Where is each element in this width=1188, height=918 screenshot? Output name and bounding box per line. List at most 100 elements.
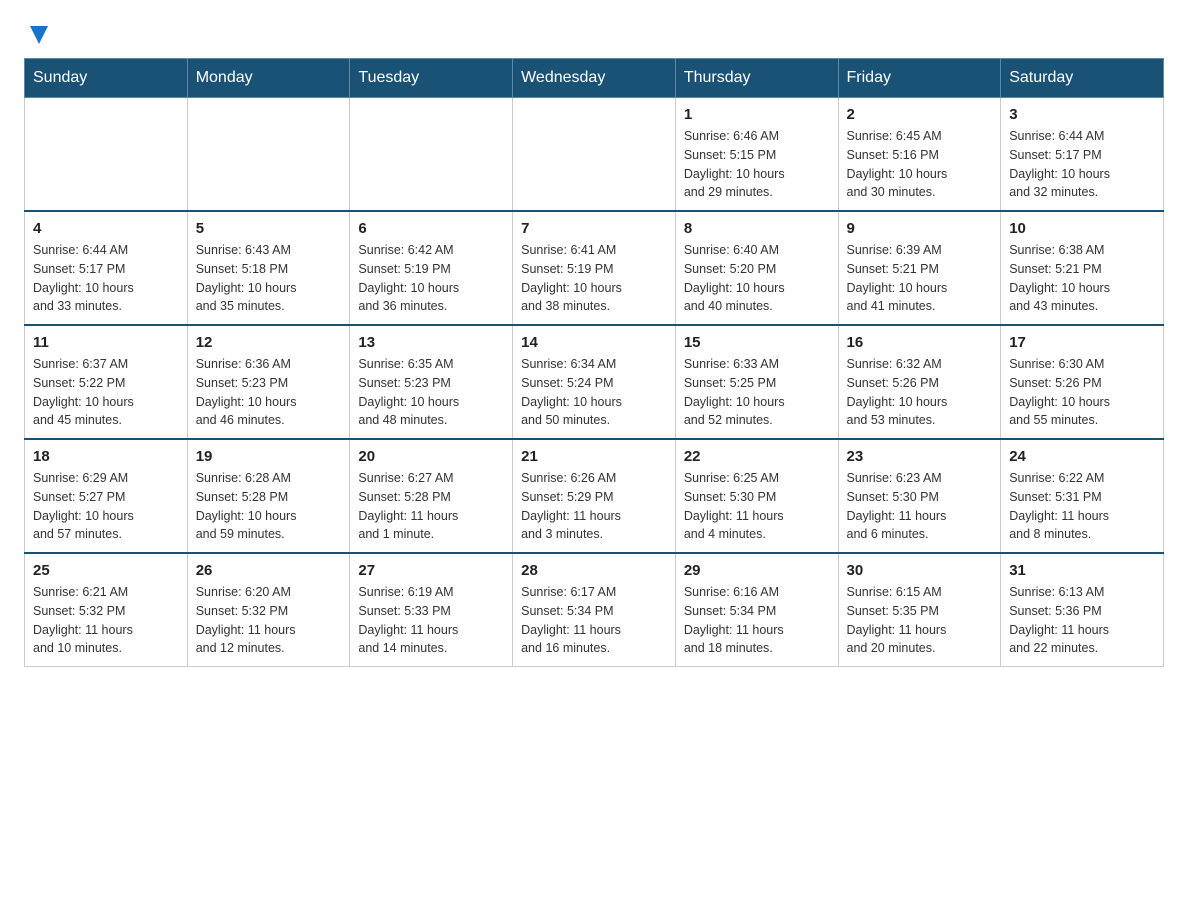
day-number: 20 (358, 448, 504, 465)
day-number: 6 (358, 220, 504, 237)
day-info: Sunrise: 6:45 AMSunset: 5:16 PMDaylight:… (847, 127, 993, 202)
calendar-cell: 12 Sunrise: 6:36 AMSunset: 5:23 PMDayligh… (187, 325, 350, 439)
day-info: Sunrise: 6:23 AMSunset: 5:30 PMDaylight:… (847, 469, 993, 544)
day-number: 5 (196, 220, 342, 237)
calendar-week-row: 18 Sunrise: 6:29 AMSunset: 5:27 PMDayligh… (25, 439, 1164, 553)
day-info: Sunrise: 6:28 AMSunset: 5:28 PMDaylight:… (196, 469, 342, 544)
day-number: 7 (521, 220, 667, 237)
day-info: Sunrise: 6:40 AMSunset: 5:20 PMDaylight:… (684, 241, 830, 316)
calendar-cell: 28 Sunrise: 6:17 AMSunset: 5:34 PMDayligh… (513, 553, 676, 667)
calendar-cell: 20Sunrise: 6:27 AMSunset: 5:28 PMDayligh… (350, 439, 513, 553)
weekday-header-saturday: Saturday (1001, 59, 1164, 98)
calendar-week-row: 11 Sunrise: 6:37 AMSunset: 5:22 PMDayligh… (25, 325, 1164, 439)
calendar-cell: 26 Sunrise: 6:20 AMSunset: 5:32 PMDayligh… (187, 553, 350, 667)
day-info: Sunrise: 6:17 AMSunset: 5:34 PMDaylight:… (521, 583, 667, 658)
calendar-cell (350, 98, 513, 212)
calendar-cell: 15 Sunrise: 6:33 AMSunset: 5:25 PMDayligh… (675, 325, 838, 439)
day-number: 2 (847, 106, 993, 123)
calendar-week-row: 25 Sunrise: 6:21 AMSunset: 5:32 PMDayligh… (25, 553, 1164, 667)
weekday-header-sunday: Sunday (25, 59, 188, 98)
day-number: 11 (33, 334, 179, 351)
page-header (24, 24, 1164, 42)
day-info: Sunrise: 6:34 AMSunset: 5:24 PMDaylight:… (521, 355, 667, 430)
day-info: Sunrise: 6:20 AMSunset: 5:32 PMDaylight:… (196, 583, 342, 658)
calendar-cell (25, 98, 188, 212)
day-info: Sunrise: 6:22 AMSunset: 5:31 PMDaylight:… (1009, 469, 1155, 544)
day-info: Sunrise: 6:39 AMSunset: 5:21 PMDaylight:… (847, 241, 993, 316)
day-number: 28 (521, 562, 667, 579)
day-info: Sunrise: 6:25 AMSunset: 5:30 PMDaylight:… (684, 469, 830, 544)
weekday-header-wednesday: Wednesday (513, 59, 676, 98)
calendar-cell: 22 Sunrise: 6:25 AMSunset: 5:30 PMDayligh… (675, 439, 838, 553)
day-number: 26 (196, 562, 342, 579)
weekday-header-friday: Friday (838, 59, 1001, 98)
day-number: 13 (358, 334, 504, 351)
calendar-cell: 1Sunrise: 6:46 AMSunset: 5:15 PMDaylight… (675, 98, 838, 212)
day-number: 27 (358, 562, 504, 579)
calendar-cell: 19 Sunrise: 6:28 AMSunset: 5:28 PMDayligh… (187, 439, 350, 553)
calendar-cell: 11 Sunrise: 6:37 AMSunset: 5:22 PMDayligh… (25, 325, 188, 439)
day-info: Sunrise: 6:26 AMSunset: 5:29 PMDaylight:… (521, 469, 667, 544)
day-number: 21 (521, 448, 667, 465)
calendar-cell: 14 Sunrise: 6:34 AMSunset: 5:24 PMDayligh… (513, 325, 676, 439)
day-number: 22 (684, 448, 830, 465)
day-number: 18 (33, 448, 179, 465)
day-number: 19 (196, 448, 342, 465)
day-number: 12 (196, 334, 342, 351)
day-number: 16 (847, 334, 993, 351)
weekday-header-tuesday: Tuesday (350, 59, 513, 98)
day-info: Sunrise: 6:21 AMSunset: 5:32 PMDaylight:… (33, 583, 179, 658)
calendar-cell: 10Sunrise: 6:38 AMSunset: 5:21 PMDayligh… (1001, 211, 1164, 325)
day-info: Sunrise: 6:16 AMSunset: 5:34 PMDaylight:… (684, 583, 830, 658)
day-number: 14 (521, 334, 667, 351)
calendar-cell: 7 Sunrise: 6:41 AMSunset: 5:19 PMDaylight… (513, 211, 676, 325)
day-number: 24 (1009, 448, 1155, 465)
day-number: 29 (684, 562, 830, 579)
day-number: 17 (1009, 334, 1155, 351)
day-info: Sunrise: 6:43 AMSunset: 5:18 PMDaylight:… (196, 241, 342, 316)
day-info: Sunrise: 6:42 AMSunset: 5:19 PMDaylight:… (358, 241, 504, 316)
calendar-cell: 18 Sunrise: 6:29 AMSunset: 5:27 PMDayligh… (25, 439, 188, 553)
day-number: 30 (847, 562, 993, 579)
calendar-week-row: 4 Sunrise: 6:44 AMSunset: 5:17 PMDaylight… (25, 211, 1164, 325)
day-number: 10 (1009, 220, 1155, 237)
day-number: 31 (1009, 562, 1155, 579)
calendar-cell (513, 98, 676, 212)
day-info: Sunrise: 6:37 AMSunset: 5:22 PMDaylight:… (33, 355, 179, 430)
day-number: 8 (684, 220, 830, 237)
calendar-cell: 2 Sunrise: 6:45 AMSunset: 5:16 PMDaylight… (838, 98, 1001, 212)
day-info: Sunrise: 6:44 AMSunset: 5:17 PMDaylight:… (1009, 127, 1155, 202)
calendar-cell: 4 Sunrise: 6:44 AMSunset: 5:17 PMDaylight… (25, 211, 188, 325)
calendar-cell: 5 Sunrise: 6:43 AMSunset: 5:18 PMDaylight… (187, 211, 350, 325)
day-number: 25 (33, 562, 179, 579)
calendar-cell: 31 Sunrise: 6:13 AMSunset: 5:36 PMDayligh… (1001, 553, 1164, 667)
day-number: 3 (1009, 106, 1155, 123)
weekday-header-monday: Monday (187, 59, 350, 98)
day-number: 15 (684, 334, 830, 351)
day-info: Sunrise: 6:29 AMSunset: 5:27 PMDaylight:… (33, 469, 179, 544)
logo (24, 24, 50, 42)
calendar-cell: 17Sunrise: 6:30 AMSunset: 5:26 PMDayligh… (1001, 325, 1164, 439)
calendar-cell: 16 Sunrise: 6:32 AMSunset: 5:26 PMDayligh… (838, 325, 1001, 439)
calendar-cell: 29 Sunrise: 6:16 AMSunset: 5:34 PMDayligh… (675, 553, 838, 667)
day-info: Sunrise: 6:36 AMSunset: 5:23 PMDaylight:… (196, 355, 342, 430)
day-number: 4 (33, 220, 179, 237)
day-number: 9 (847, 220, 993, 237)
day-number: 23 (847, 448, 993, 465)
day-info: Sunrise: 6:44 AMSunset: 5:17 PMDaylight:… (33, 241, 179, 316)
weekday-header-row: SundayMondayTuesdayWednesdayThursdayFrid… (25, 59, 1164, 98)
day-info: Sunrise: 6:33 AMSunset: 5:25 PMDaylight:… (684, 355, 830, 430)
calendar-cell (187, 98, 350, 212)
calendar-cell: 30Sunrise: 6:15 AMSunset: 5:35 PMDayligh… (838, 553, 1001, 667)
day-info: Sunrise: 6:35 AMSunset: 5:23 PMDaylight:… (358, 355, 504, 430)
calendar-cell: 8 Sunrise: 6:40 AMSunset: 5:20 PMDaylight… (675, 211, 838, 325)
calendar-cell: 25 Sunrise: 6:21 AMSunset: 5:32 PMDayligh… (25, 553, 188, 667)
day-info: Sunrise: 6:13 AMSunset: 5:36 PMDaylight:… (1009, 583, 1155, 658)
calendar-cell: 9 Sunrise: 6:39 AMSunset: 5:21 PMDaylight… (838, 211, 1001, 325)
calendar-cell: 13 Sunrise: 6:35 AMSunset: 5:23 PMDayligh… (350, 325, 513, 439)
calendar-cell: 23 Sunrise: 6:23 AMSunset: 5:30 PMDayligh… (838, 439, 1001, 553)
calendar-table: SundayMondayTuesdayWednesdayThursdayFrid… (24, 58, 1164, 667)
day-info: Sunrise: 6:32 AMSunset: 5:26 PMDaylight:… (847, 355, 993, 430)
day-info: Sunrise: 6:41 AMSunset: 5:19 PMDaylight:… (521, 241, 667, 316)
day-info: Sunrise: 6:19 AMSunset: 5:33 PMDaylight:… (358, 583, 504, 658)
